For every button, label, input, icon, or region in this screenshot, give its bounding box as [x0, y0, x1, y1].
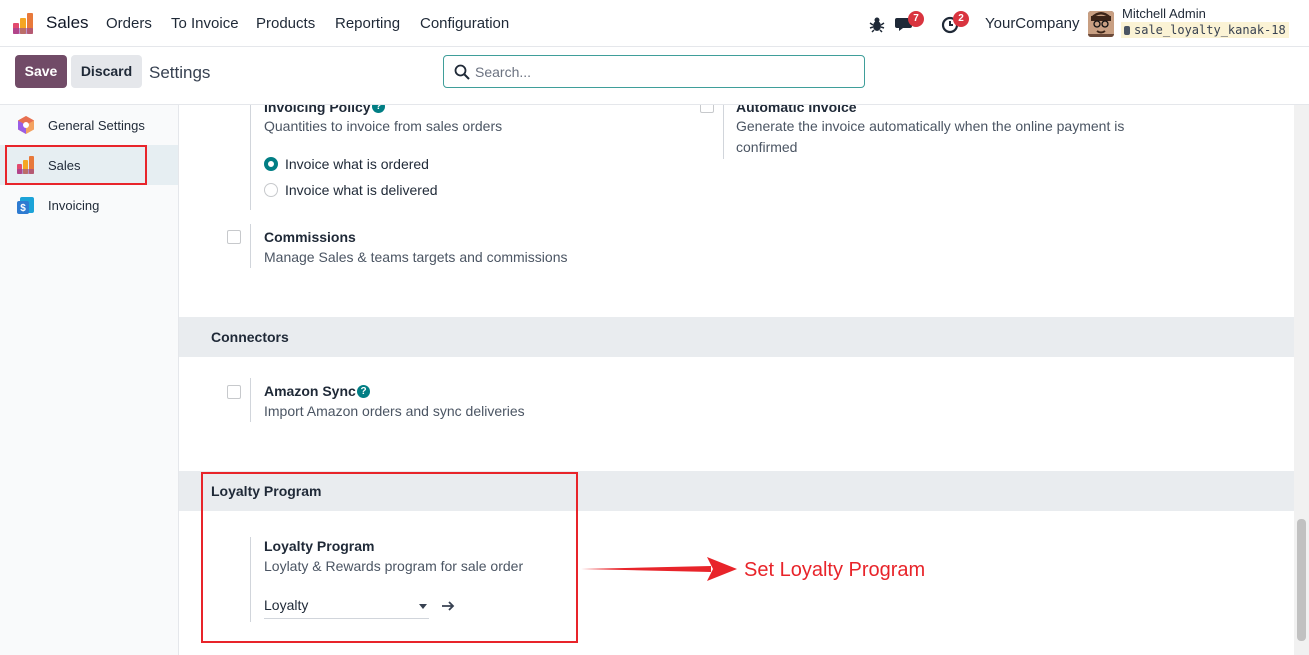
activities-badge: 2	[953, 11, 969, 27]
commissions-title: Commissions	[264, 229, 356, 245]
invoicing-app-icon: $	[17, 197, 34, 214]
radio-invoice-delivered[interactable]	[264, 183, 278, 197]
amazon-sync-title: Amazon Sync	[264, 383, 356, 399]
svg-text:$: $	[20, 203, 26, 214]
company-switcher[interactable]: YourCompany	[985, 15, 1080, 32]
annotation-arrow-icon	[581, 557, 737, 581]
invoicing-policy-title: Invoicing Policy	[264, 105, 371, 115]
radio-invoice-ordered[interactable]	[264, 157, 278, 171]
amazon-sync-checkbox[interactable]	[227, 385, 241, 399]
app-name[interactable]: Sales	[46, 13, 89, 33]
top-navbar: Sales Orders To Invoice Products Reporti…	[0, 0, 1309, 47]
menu-products[interactable]: Products	[256, 15, 315, 32]
menu-to-invoice[interactable]: To Invoice	[171, 15, 239, 32]
setting-divider	[250, 224, 251, 268]
commissions-checkbox[interactable]	[227, 230, 241, 244]
menu-orders[interactable]: Orders	[106, 15, 152, 32]
main-scrollbar[interactable]	[1294, 105, 1309, 655]
avatar-image-icon	[1088, 11, 1114, 37]
setting-divider	[723, 105, 724, 159]
search-box[interactable]	[443, 55, 865, 88]
page-title: Settings	[149, 63, 211, 82]
menu-configuration[interactable]: Configuration	[420, 15, 509, 32]
sidebar-item-invoicing[interactable]: $ Invoicing	[0, 185, 178, 225]
connectors-heading: Connectors	[211, 329, 289, 345]
user-avatar[interactable]	[1088, 11, 1114, 37]
automatic-invoice-title: Automatic Invoice	[736, 105, 857, 115]
bug-icon[interactable]	[866, 13, 888, 35]
amazon-sync-description: Import Amazon orders and sync deliveries	[264, 403, 525, 419]
database-tag: sale_loyalty_kanak-18	[1121, 22, 1289, 38]
loyalty-highlight-box	[201, 472, 578, 643]
user-name[interactable]: Mitchell Admin	[1122, 6, 1206, 21]
settings-sidebar: General Settings Sales $ Invoicing	[0, 105, 179, 655]
help-icon[interactable]: ?	[357, 385, 370, 398]
sales-highlight-box	[5, 145, 147, 185]
sidebar-item-label: Invoicing	[48, 198, 100, 213]
discard-button[interactable]: Discard	[71, 55, 142, 88]
automatic-invoice-checkbox[interactable]	[700, 105, 714, 113]
sidebar-item-general-settings[interactable]: General Settings	[0, 105, 178, 145]
radio-invoice-ordered-label[interactable]: Invoice what is ordered	[285, 156, 429, 172]
database-icon	[1124, 26, 1130, 35]
save-button[interactable]: Save	[15, 55, 67, 88]
commissions-description: Manage Sales & teams targets and commiss…	[264, 249, 568, 265]
menu-reporting[interactable]: Reporting	[335, 15, 400, 32]
database-name: sale_loyalty_kanak-18	[1134, 23, 1286, 37]
annotation-label: Set Loyalty Program	[744, 559, 926, 581]
search-input[interactable]	[475, 62, 845, 82]
invoicing-policy-description: Quantities to invoice from sales orders	[264, 118, 503, 134]
radio-invoice-delivered-label[interactable]: Invoice what is delivered	[285, 182, 438, 198]
messages-badge: 7	[908, 11, 924, 27]
automatic-invoice-description: Generate the invoice automatically when …	[736, 118, 1125, 155]
setting-divider	[250, 378, 251, 422]
setting-divider	[250, 105, 251, 210]
connectors-section-header: Connectors	[179, 317, 1294, 357]
sales-app-icon[interactable]	[12, 12, 36, 36]
control-panel: Save Discard Settings	[0, 47, 1309, 105]
settings-content: Invoicing Policy ? Quantities to invoice…	[179, 105, 1294, 655]
sidebar-item-label: General Settings	[48, 118, 145, 133]
scrollbar-thumb[interactable]	[1297, 519, 1306, 641]
general-settings-icon	[18, 116, 34, 134]
search-icon	[454, 64, 470, 80]
help-icon[interactable]: ?	[372, 105, 385, 113]
